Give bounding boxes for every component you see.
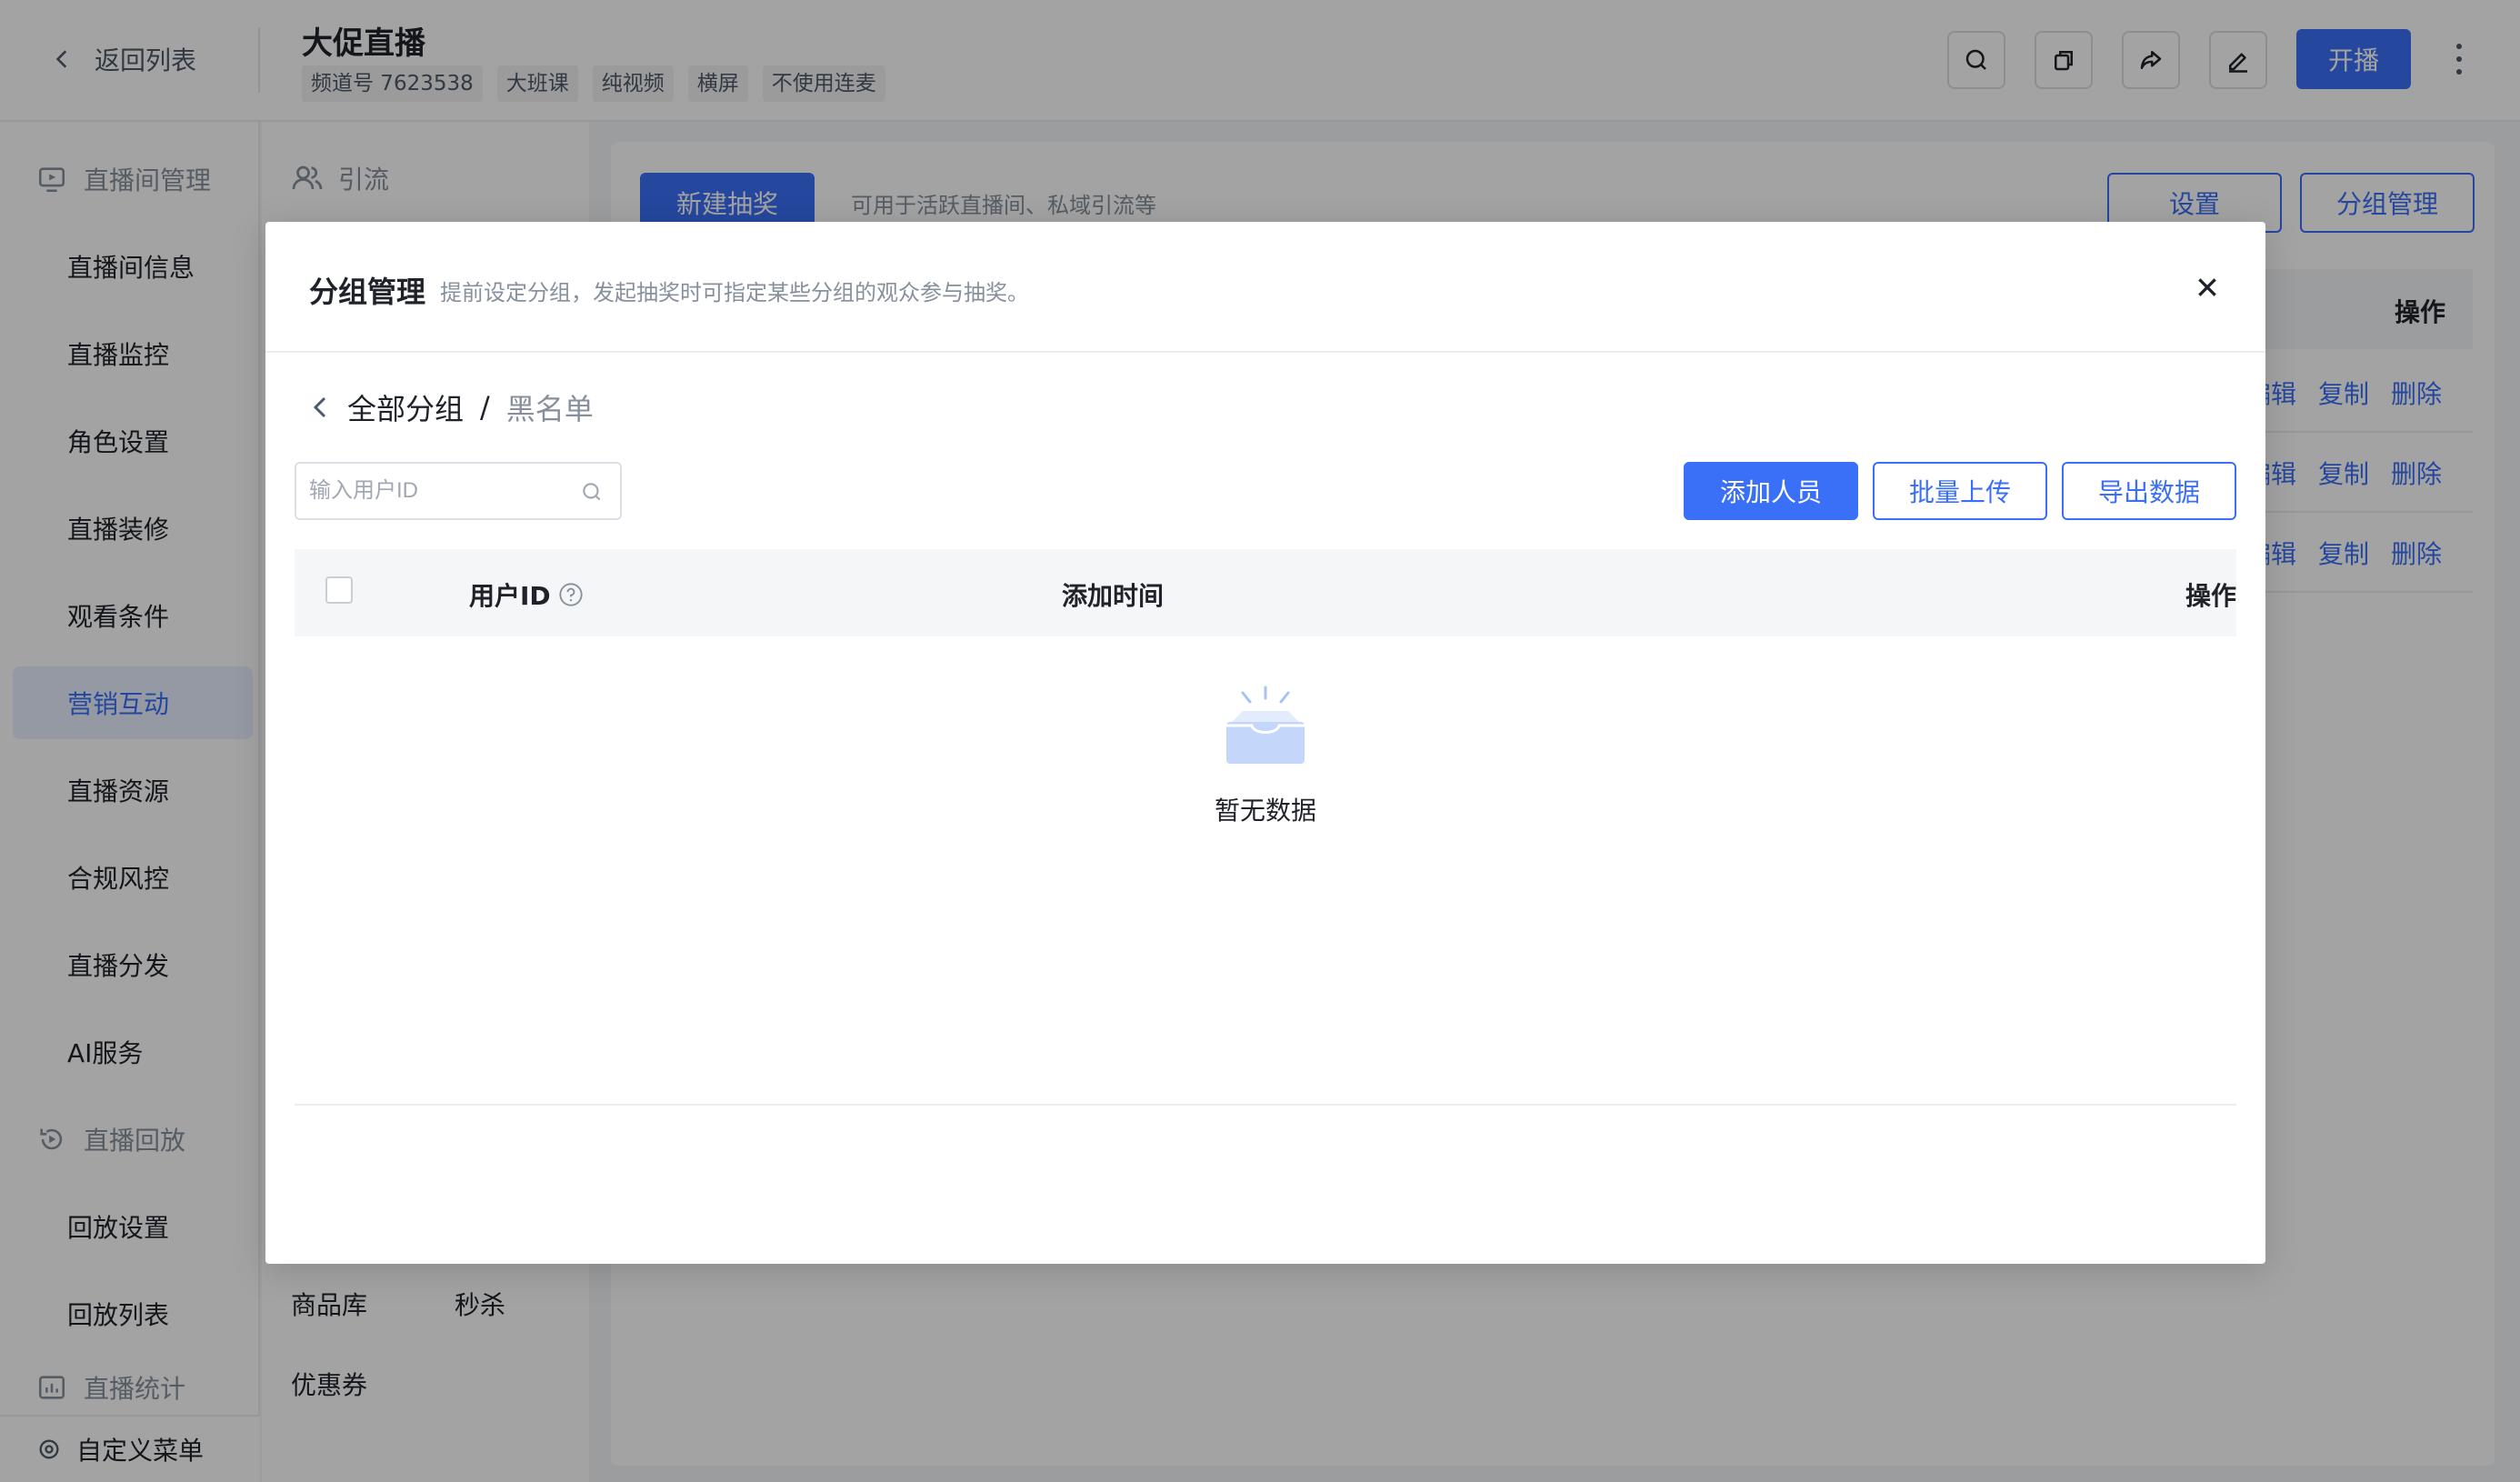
group-manage-modal: 分组管理 提前设定分组，发起抽奖时可指定某些分组的观众参与抽奖。 全部分组 / …	[265, 222, 2265, 1264]
help-circle-icon[interactable]	[558, 582, 584, 607]
modal-subtitle: 提前设定分组，发起抽奖时可指定某些分组的观众参与抽奖。	[440, 280, 1029, 305]
add-member-button[interactable]: 添加人员	[1684, 462, 1858, 520]
modal-close-button[interactable]	[2191, 271, 2224, 304]
chevron-left-icon[interactable]	[309, 395, 331, 420]
breadcrumb: 全部分组 / 黑名单	[309, 382, 594, 433]
empty-inbox-icon	[1226, 686, 1305, 764]
user-id-search	[295, 462, 622, 520]
batch-upload-button[interactable]: 批量上传	[1873, 462, 2047, 520]
breadcrumb-separator: /	[480, 390, 490, 425]
breadcrumb-current: 黑名单	[505, 392, 594, 426]
breadcrumb-all-groups[interactable]: 全部分组	[347, 386, 464, 428]
table-bottom-divider	[295, 1104, 2236, 1106]
column-added-time: 添加时间	[1062, 581, 1165, 611]
column-actions: 操作	[2185, 581, 2237, 611]
search-icon[interactable]	[580, 480, 604, 504]
column-user-id: 用户ID	[469, 576, 584, 613]
column-user-id-label: 用户ID	[469, 581, 551, 611]
member-table-header: 用户ID 添加时间 操作	[295, 549, 2236, 636]
close-icon	[2198, 278, 2216, 296]
user-id-search-input[interactable]	[309, 473, 564, 509]
export-data-button[interactable]: 导出数据	[2062, 462, 2236, 520]
modal-header: 分组管理 提前设定分组，发起抽奖时可指定某些分组的观众参与抽奖。	[265, 222, 2265, 353]
empty-text: 暂无数据	[1214, 796, 1316, 826]
modal-title: 分组管理	[309, 275, 426, 309]
select-all-checkbox[interactable]	[325, 576, 353, 604]
empty-state: 暂无数据	[265, 686, 2265, 827]
